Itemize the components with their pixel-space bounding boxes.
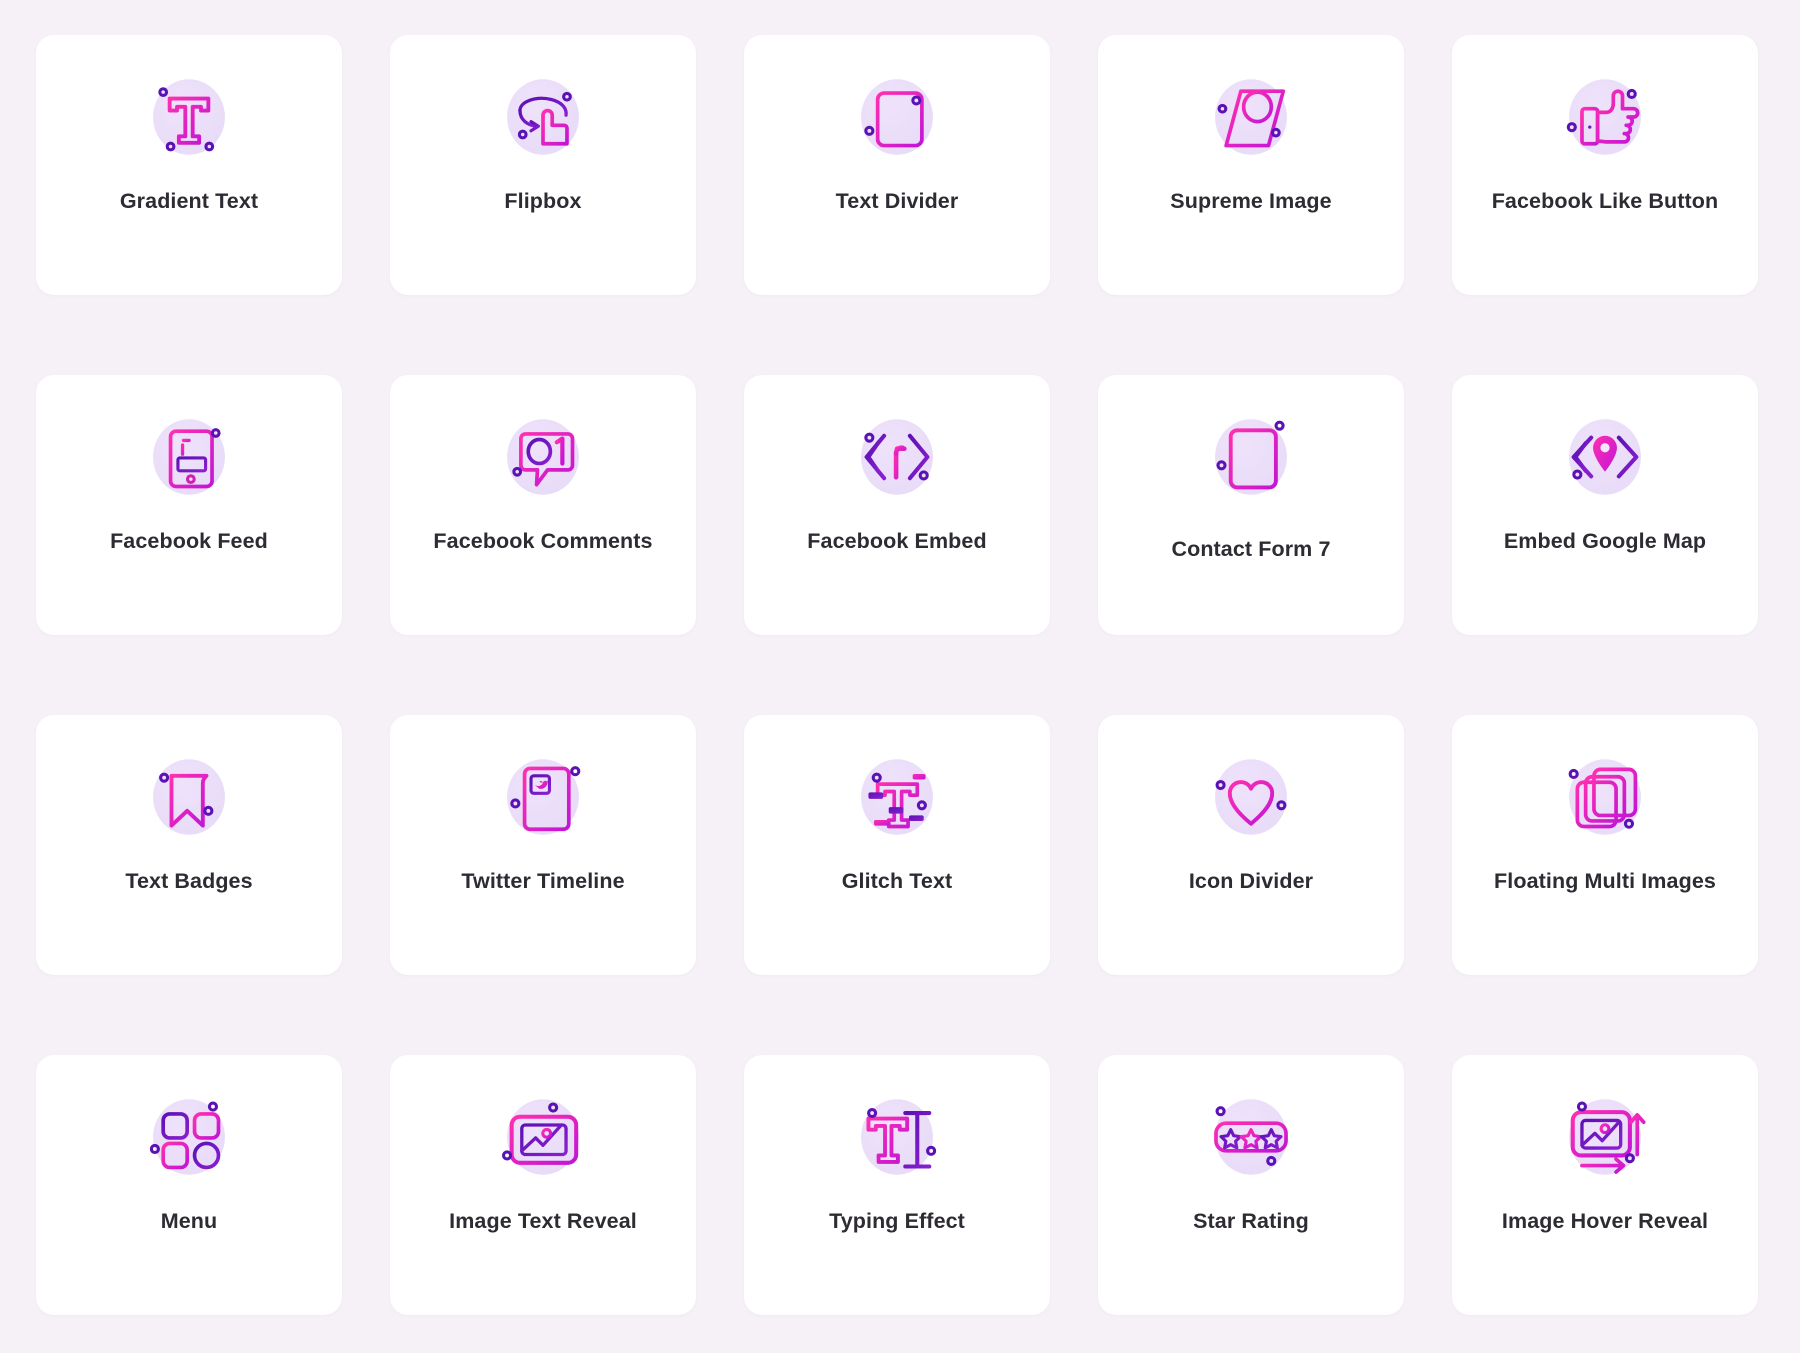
form-document-icon — [1204, 410, 1298, 504]
flipbox-icon — [496, 70, 590, 164]
widget-card-label: Facebook Comments — [433, 529, 653, 553]
thumbs-up-icon — [1558, 70, 1652, 164]
widget-card-text-divider[interactable]: Text Divider — [744, 35, 1050, 295]
supreme-image-icon — [1204, 70, 1298, 164]
heart-divider-icon — [1204, 750, 1298, 844]
widget-card-glitch-text[interactable]: Glitch Text — [744, 715, 1050, 975]
widget-card-facebook-like-button[interactable]: Facebook Like Button — [1452, 35, 1758, 295]
widget-card-gradient-text[interactable]: Gradient Text — [36, 35, 342, 295]
typing-caret-icon — [850, 1090, 944, 1184]
widget-card-label: Twitter Timeline — [461, 869, 625, 893]
widget-card-label: Typing Effect — [829, 1209, 965, 1233]
widget-card-supreme-image[interactable]: Supreme Image — [1098, 35, 1404, 295]
widget-card-icon-divider[interactable]: Icon Divider — [1098, 715, 1404, 975]
widget-card-text-badges[interactable]: Text Badges — [36, 715, 342, 975]
widget-card-label: Menu — [160, 1209, 218, 1233]
text-divider-icon — [850, 70, 944, 164]
widget-card-embed-google-map[interactable]: Embed Google Map — [1452, 375, 1758, 635]
glitch-text-icon — [850, 750, 944, 844]
widget-card-image-hover-reveal[interactable]: Image Hover Reveal — [1452, 1055, 1758, 1315]
widget-card-label: Contact Form 7 — [1171, 537, 1331, 561]
widget-card-floating-multi-images[interactable]: Floating Multi Images — [1452, 715, 1758, 975]
widget-grid: Gradient Text Flipbox Text Divider Supreme … — [0, 0, 1800, 1353]
widget-card-label: Star Rating — [1193, 1209, 1309, 1233]
widget-card-label: Floating Multi Images — [1494, 869, 1716, 893]
widget-card-menu[interactable]: Menu — [36, 1055, 342, 1315]
widget-card-label: Gradient Text — [119, 189, 259, 213]
code-brackets-pin-icon — [1558, 410, 1652, 504]
widget-card-label: Facebook Feed — [110, 529, 268, 553]
widget-card-typing-effect[interactable]: Typing Effect — [744, 1055, 1050, 1315]
widget-card-twitter-timeline[interactable]: Twitter Timeline — [390, 715, 696, 975]
gradient-text-icon — [142, 70, 236, 164]
widget-card-label: Supreme Image — [1170, 189, 1332, 213]
code-brackets-f-icon — [850, 410, 944, 504]
widget-card-star-rating[interactable]: Star Rating — [1098, 1055, 1404, 1315]
widget-card-contact-form-7[interactable]: Contact Form 7 — [1098, 375, 1404, 635]
widget-card-label: Icon Divider — [1188, 869, 1314, 893]
bookmark-icon — [142, 750, 236, 844]
comment-bubble-icon — [496, 410, 590, 504]
widget-card-label: Embed Google Map — [1503, 529, 1707, 553]
widget-card-image-text-reveal[interactable]: Image Text Reveal — [390, 1055, 696, 1315]
picture-frame-icon — [496, 1090, 590, 1184]
widget-card-facebook-embed[interactable]: Facebook Embed — [744, 375, 1050, 635]
facebook-feed-icon — [142, 410, 236, 504]
widget-card-label: Facebook Like Button — [1491, 189, 1719, 213]
three-stars-icon — [1204, 1090, 1298, 1184]
widget-card-flipbox[interactable]: Flipbox — [390, 35, 696, 295]
widget-card-label: Text Divider — [835, 189, 959, 213]
widget-card-label: Glitch Text — [841, 869, 953, 893]
widget-card-facebook-comments[interactable]: Facebook Comments — [390, 375, 696, 635]
grid-shapes-icon — [142, 1090, 236, 1184]
twitter-document-icon — [496, 750, 590, 844]
widget-card-facebook-feed[interactable]: Facebook Feed — [36, 375, 342, 635]
stacked-pages-icon — [1558, 750, 1652, 844]
picture-arrows-icon — [1558, 1090, 1652, 1184]
widget-card-label: Facebook Embed — [807, 529, 987, 553]
widget-card-label: Text Badges — [125, 869, 253, 893]
widget-card-label: Image Hover Reveal — [1501, 1209, 1709, 1233]
widget-card-label: Flipbox — [504, 189, 582, 213]
widget-card-label: Image Text Reveal — [449, 1209, 637, 1233]
